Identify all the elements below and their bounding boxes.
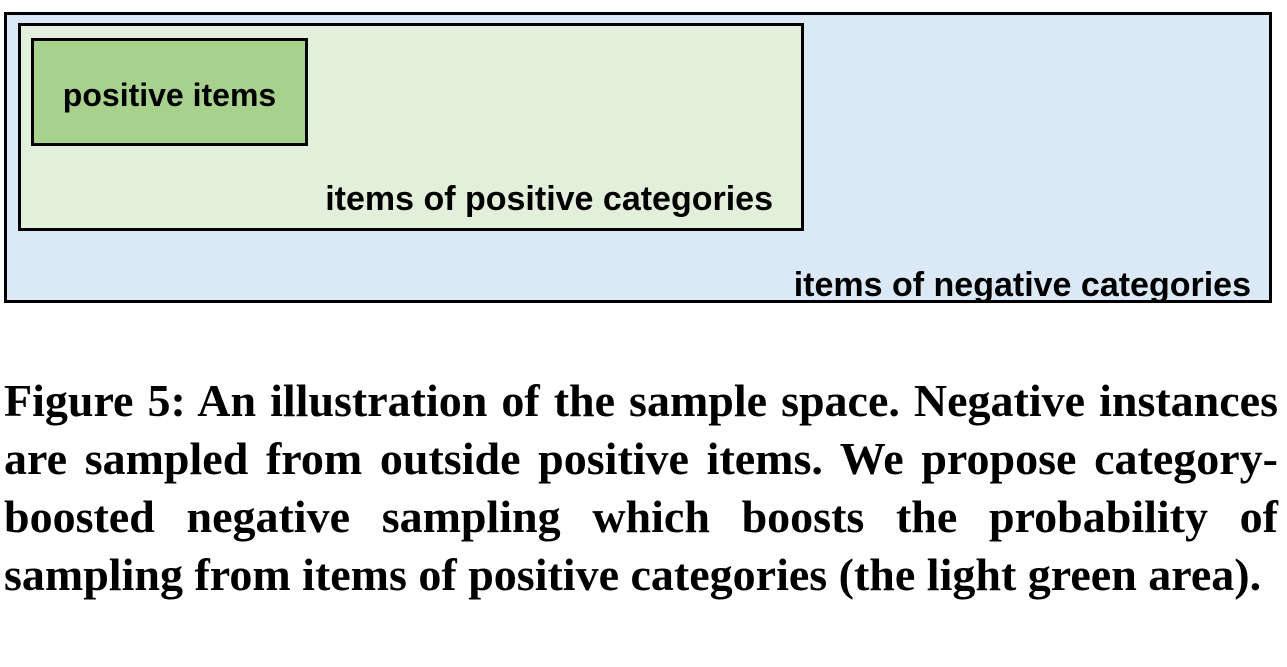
positive-categories-label: items of positive categories	[325, 180, 773, 218]
figure-caption: Figure 5: An illustration of the sample …	[4, 375, 1278, 600]
positive-items-region: positive items	[31, 38, 308, 146]
figure: items of negative categories items of po…	[0, 0, 1287, 667]
negative-categories-region: items of negative categories items of po…	[4, 12, 1272, 303]
positive-items-label: positive items	[62, 77, 277, 113]
positive-categories-region: items of positive categories positive it…	[18, 23, 804, 231]
negative-categories-label: items of negative categories	[793, 266, 1251, 304]
